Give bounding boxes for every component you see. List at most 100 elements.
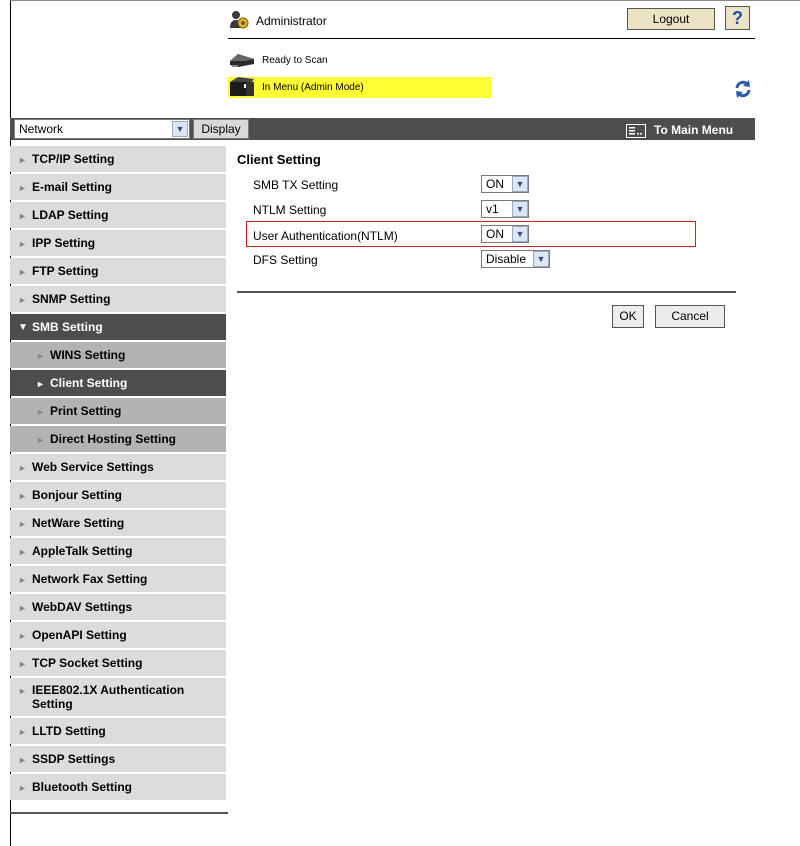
sidebar-item-ldap[interactable]: ► LDAP Setting: [10, 202, 226, 228]
sidebar-item-direct-hosting[interactable]: ► Direct Hosting Setting: [10, 426, 226, 452]
sidebar-item-label: Client Setting: [50, 376, 128, 390]
dfs-label: DFS Setting: [253, 253, 318, 267]
expand-arrow-icon: ►: [36, 378, 45, 389]
sidebar-item-label: LDAP Setting: [32, 208, 109, 222]
chevron-down-icon: ▼: [172, 121, 188, 137]
expand-arrow-icon: ►: [18, 462, 27, 473]
logout-button[interactable]: Logout: [627, 8, 715, 30]
sidebar-item-openapi[interactable]: ► OpenAPI Setting: [10, 622, 226, 648]
expand-arrow-icon: ►: [36, 350, 45, 361]
expand-arrow-icon: ►: [18, 574, 27, 585]
sidebar-item-label: E-mail Setting: [32, 180, 113, 194]
sidebar-item-label: SNMP Setting: [32, 292, 111, 306]
header-divider: [228, 38, 755, 39]
sidebar-item-label: TCP/IP Setting: [32, 152, 115, 166]
expand-arrow-icon: ►: [18, 210, 27, 221]
sidebar-item-bluetooth[interactable]: ► Bluetooth Setting: [10, 774, 226, 800]
expand-arrow-icon: ►: [18, 238, 27, 249]
ntlm-label: NTLM Setting: [253, 203, 327, 217]
expand-arrow-icon: ►: [18, 685, 27, 696]
sidebar-item-ieee8021x[interactable]: ► IEEE802.1X Authentication Setting: [10, 678, 226, 716]
sidebar-item-webdav[interactable]: ► WebDAV Settings: [10, 594, 226, 620]
refresh-icon[interactable]: [733, 79, 753, 99]
display-button[interactable]: Display: [193, 119, 249, 139]
expand-arrow-icon: ►: [18, 154, 27, 165]
sidebar-item-label: IPP Setting: [32, 236, 96, 250]
smb-tx-select[interactable]: ON ▼: [481, 175, 529, 193]
chevron-down-icon: ▼: [512, 176, 528, 192]
main-menu-icon: [626, 123, 646, 138]
sidebar-item-label: Bonjour Setting: [32, 488, 122, 502]
collapse-arrow-icon: ▼: [18, 321, 28, 333]
page-title: Client Setting: [237, 152, 321, 167]
sidebar-item-print[interactable]: ► Print Setting: [10, 398, 226, 424]
dfs-value: Disable: [486, 252, 527, 266]
sidebar-item-label: OpenAPI Setting: [32, 628, 127, 642]
expand-arrow-icon: ►: [18, 782, 27, 793]
user-auth-ntlm-select[interactable]: ON ▼: [481, 225, 529, 243]
sidebar-item-web-service[interactable]: ► Web Service Settings: [10, 454, 226, 480]
sidebar-item-label: Bluetooth Setting: [32, 780, 132, 794]
admin-user-icon: [230, 11, 249, 29]
category-select[interactable]: Network ▼: [14, 119, 190, 139]
expand-arrow-icon: ►: [18, 754, 27, 765]
scanner-icon: [230, 54, 254, 67]
ok-button[interactable]: OK: [612, 305, 644, 328]
expand-arrow-icon: ►: [36, 434, 45, 445]
sidebar-item-tcpip[interactable]: ► TCP/IP Setting: [10, 146, 226, 172]
ntlm-select[interactable]: v1 ▼: [481, 200, 529, 218]
expand-arrow-icon: ►: [18, 266, 27, 277]
sidebar-item-netware[interactable]: ► NetWare Setting: [10, 510, 226, 536]
sidebar-item-label: SMB Setting: [32, 320, 103, 334]
category-select-value: Network: [19, 122, 64, 136]
expand-arrow-icon: ►: [18, 518, 27, 529]
expand-arrow-icon: ►: [18, 182, 27, 193]
chevron-down-icon: ▼: [512, 201, 528, 217]
cancel-button[interactable]: Cancel: [655, 305, 725, 328]
sidebar-item-label: TCP Socket Setting: [32, 656, 143, 670]
sidebar-item-tcp-socket[interactable]: ► TCP Socket Setting: [10, 650, 226, 676]
sidebar-item-appletalk[interactable]: ► AppleTalk Setting: [10, 538, 226, 564]
sidebar-item-smb[interactable]: ▼ SMB Setting: [10, 314, 226, 340]
sidebar-item-label: Network Fax Setting: [32, 572, 148, 586]
status-menu-text: In Menu (Admin Mode): [262, 82, 364, 93]
to-main-menu-link[interactable]: To Main Menu: [626, 121, 733, 139]
sidebar-item-wins[interactable]: ► WINS Setting: [10, 342, 226, 368]
chevron-down-icon: ▼: [533, 251, 549, 267]
expand-arrow-icon: ►: [18, 630, 27, 641]
sidebar-item-label: Print Setting: [50, 404, 122, 418]
sidebar-item-label: Web Service Settings: [32, 460, 154, 474]
sidebar-item-label: SSDP Settings: [32, 752, 116, 766]
header: Administrator Logout ? Ready to Scan In …: [0, 0, 800, 118]
expand-arrow-icon: ►: [36, 406, 45, 417]
sidebar-item-snmp[interactable]: ► SNMP Setting: [10, 286, 226, 312]
sidebar-nav: ► TCP/IP Setting ► E-mail Setting ► LDAP Se…: [10, 146, 226, 802]
sidebar-item-ftp[interactable]: ► FTP Setting: [10, 258, 226, 284]
sidebar-item-client[interactable]: ► Client Setting: [10, 370, 226, 396]
user-label: Administrator: [256, 14, 327, 28]
sidebar-item-label: Direct Hosting Setting: [50, 432, 177, 446]
help-button[interactable]: ?: [725, 6, 750, 30]
sidebar-item-label: WINS Setting: [50, 348, 126, 362]
content-divider: [237, 291, 736, 293]
sidebar-item-ipp[interactable]: ► IPP Setting: [10, 230, 226, 256]
expand-arrow-icon: ►: [18, 294, 27, 305]
ntlm-value: v1: [486, 202, 499, 216]
printer-icon: [230, 77, 254, 96]
expand-arrow-icon: ►: [18, 546, 27, 557]
sidebar-item-label: WebDAV Settings: [32, 600, 133, 614]
user-auth-ntlm-label: User Authentication(NTLM): [253, 229, 398, 243]
dfs-select[interactable]: Disable ▼: [481, 250, 550, 268]
sidebar-item-bonjour[interactable]: ► Bonjour Setting: [10, 482, 226, 508]
expand-arrow-icon: ►: [18, 658, 27, 669]
sidebar-item-lltd[interactable]: ► LLTD Setting: [10, 718, 226, 744]
sidebar-item-network-fax[interactable]: ► Network Fax Setting: [10, 566, 226, 592]
sidebar-item-ssdp[interactable]: ► SSDP Settings: [10, 746, 226, 772]
sidebar-item-email[interactable]: ► E-mail Setting: [10, 174, 226, 200]
smb-tx-value: ON: [486, 177, 504, 191]
sidebar-item-label: LLTD Setting: [32, 724, 106, 738]
sidebar-item-label: AppleTalk Setting: [32, 544, 133, 558]
chevron-down-icon: ▼: [512, 226, 528, 242]
status-ready-text: Ready to Scan: [262, 55, 328, 66]
expand-arrow-icon: ►: [18, 726, 27, 737]
